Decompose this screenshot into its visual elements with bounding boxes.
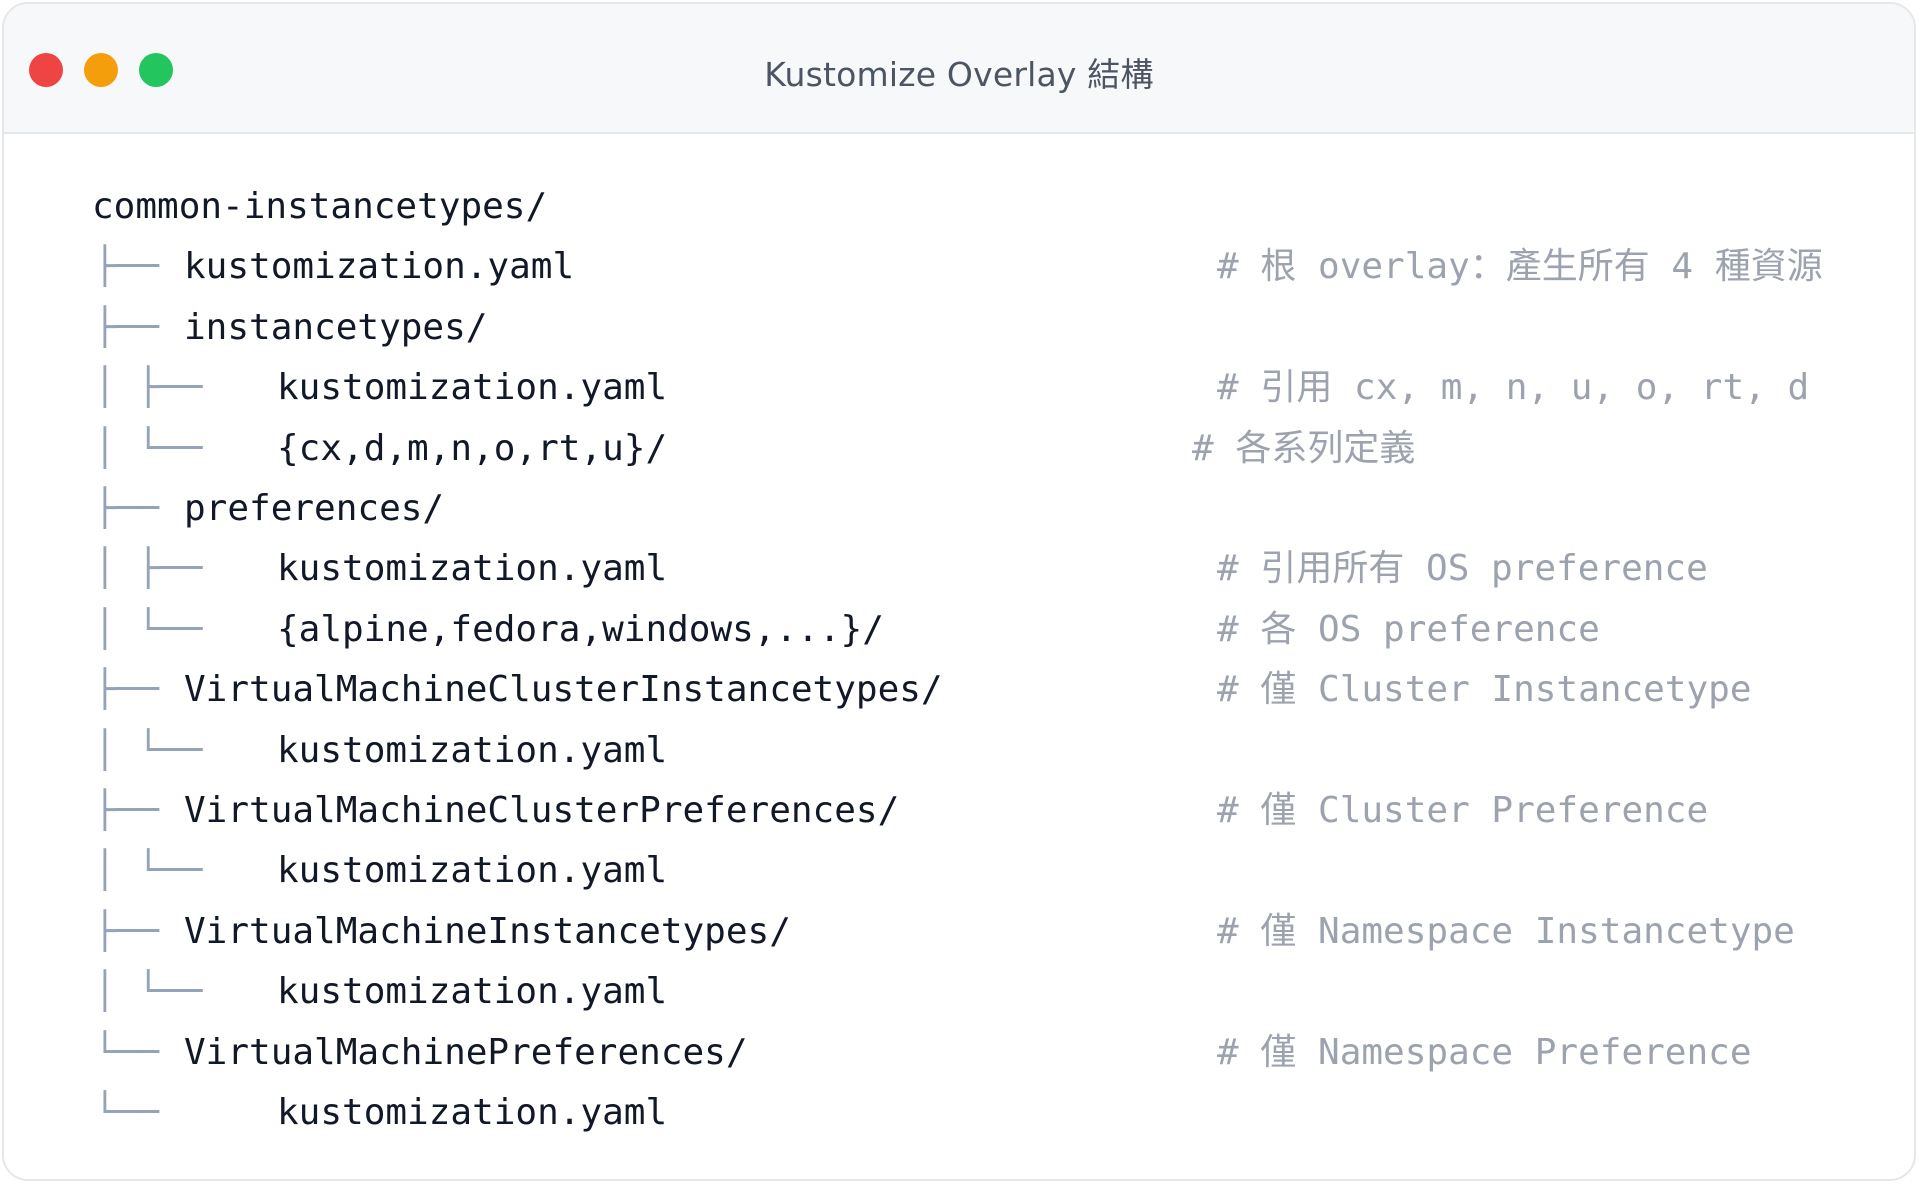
tree-line: │ ├── kustomization.yaml # 引用 cx, m, n, u,… [4,358,1914,418]
tree-item-comment: # 引用 cx, m, n, u, o, rt, d [1217,367,1810,409]
tree-item-comment: # 根 overlay：產生所有 4 種資源 [1217,246,1823,288]
tree-item-comment: # 各系列定義 [1192,427,1416,469]
tree-branch-glyph: ├── [94,790,160,831]
tree-line: │ └── {alpine,fedora,windows,...}/ # 各 OS … [4,600,1914,660]
tree-line: │ └── kustomization.yaml [4,962,1914,1022]
tree-item-comment: # 引用所有 OS preference [1217,548,1708,590]
tree-item-comment: # 僅 Cluster Instancetype [1217,669,1752,711]
tree-item-comment: # 僅 Namespace Preference [1217,1031,1752,1073]
tree-item-name: VirtualMachinePreferences/ [184,1031,748,1073]
code-window: Kustomize Overlay 結構 common-instancetype… [2,2,1916,1181]
tree-item-name: {alpine,fedora,windows,...}/ [277,608,884,650]
tree-item-name: instancetypes/ [184,306,488,348]
tree-branch-glyph: │ └── [94,608,203,650]
tree-line: ├── instancetypes/ [4,298,1914,358]
tree-item-name: kustomization.yaml [277,971,668,1013]
tree-line: │ └── kustomization.yaml [4,721,1914,781]
tree-item-name: kustomization.yaml [277,729,668,771]
window-title: Kustomize Overlay 結構 [764,55,1154,94]
tree-item-comment: # 各 OS preference [1217,608,1600,650]
tree-line: └── kustomization.yaml [4,1083,1914,1143]
tree-branch-glyph: │ └── [94,427,203,469]
tree-branch-glyph: ├── [94,246,160,288]
tree-branch-glyph: │ ├── [94,367,203,409]
tree-branch-glyph: ├── [94,669,160,711]
tree-item-comment: # 僅 Namespace Instancetype [1217,910,1795,952]
tree-branch-glyph: ├── [94,306,160,348]
tree-item-name: VirtualMachineClusterInstancetypes/ [184,669,943,711]
tree-branch-glyph: ├── [94,910,160,952]
tree-item-name: kustomization.yaml [277,367,668,409]
tree-branch-glyph: │ └── [94,850,203,892]
tree-line: │ └── {cx,d,m,n,o,rt,u}/ # 各系列定義 [4,419,1914,479]
tree-line: common-instancetypes/ [4,177,1914,237]
tree-line: ├── VirtualMachineClusterPreferences/ # 僅 … [4,781,1914,841]
tree-branch-glyph: │ ├── [94,548,203,590]
tree-line: ├── kustomization.yaml # 根 overlay：產生所有 4 … [4,237,1914,297]
tree-line: └── VirtualMachinePreferences/ # 僅 Namespa… [4,1023,1914,1083]
tree-item-name: VirtualMachineClusterPreferences/ [184,790,900,831]
tree-branch-glyph: │ └── [94,971,203,1013]
tree-item-name: kustomization.yaml [184,246,575,288]
tree-branch-glyph: └── [94,1092,160,1133]
tree-item-name: kustomization.yaml [277,850,668,892]
tree-branch-glyph: ├── [94,488,160,529]
tree-line: ├── preferences/ [4,479,1914,539]
tree-branch-glyph: └── [94,1031,160,1073]
tree-item-comment: # 僅 Cluster Preference [1217,790,1709,831]
tree-line: │ ├── kustomization.yaml # 引用所有 OS prefere… [4,539,1914,599]
tree-item-name: kustomization.yaml [277,1092,668,1133]
tree-line: ├── VirtualMachineClusterInstancetypes/ # … [4,660,1914,720]
tree-line: ├── VirtualMachineInstancetypes/ # 僅 Names… [4,902,1914,962]
tree-item-name: kustomization.yaml [277,548,668,590]
tree-item-name: common-instancetypes/ [92,186,548,227]
tree-branch-glyph: │ └── [94,729,203,771]
tree-item-name: VirtualMachineInstancetypes/ [184,910,791,952]
tree-item-name: {cx,d,m,n,o,rt,u}/ [277,427,668,469]
directory-tree: common-instancetypes/ ├── kustomization.y… [4,134,1914,1179]
window-titlebar: Kustomize Overlay 結構 [4,4,1914,134]
tree-item-name: preferences/ [184,488,445,529]
tree-line: │ └── kustomization.yaml [4,841,1914,901]
